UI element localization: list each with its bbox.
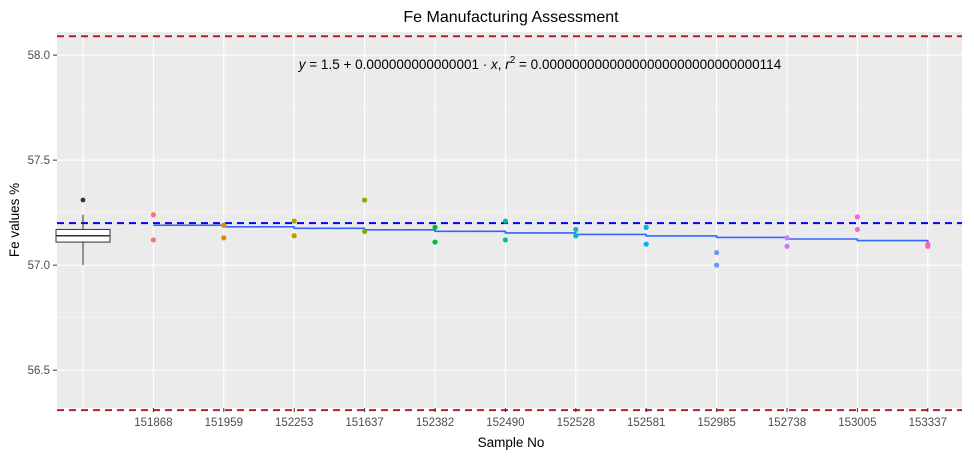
x-tick-label: 152253 (275, 417, 313, 429)
data-point (784, 235, 790, 241)
data-point (150, 237, 156, 243)
data-point (502, 237, 508, 243)
data-point (291, 233, 297, 239)
data-point (432, 224, 438, 230)
data-point (854, 214, 861, 220)
x-axis-title: Sample No (478, 435, 545, 450)
annotation-equation: = 1.5 + 0.000000000000001 · (306, 57, 491, 72)
data-point (643, 224, 649, 230)
data-point (362, 197, 368, 203)
x-tick-label: 152528 (557, 417, 595, 429)
y-tick-label: 56.5 (28, 365, 50, 377)
data-point (573, 226, 579, 233)
data-point (714, 262, 720, 268)
data-point (291, 218, 297, 224)
annotation-r-value: = 0.00000000000000000000000000000114 (515, 57, 781, 72)
data-point (432, 239, 438, 245)
boxplot-outlier (80, 197, 86, 203)
x-tick-label: 153337 (909, 417, 947, 429)
plot-panel (57, 32, 962, 408)
x-tick-label: 153005 (838, 417, 876, 429)
data-point (854, 226, 861, 233)
chart-title: Fe Manufacturing Assessment (403, 9, 619, 26)
y-axis: 56.5 57.0 57.5 58.0 (28, 50, 57, 377)
data-point (925, 243, 931, 249)
data-point (221, 222, 227, 228)
data-point (362, 228, 368, 235)
x-tick-label: 152382 (416, 417, 454, 429)
y-tick-label: 57.0 (28, 260, 50, 272)
x-tick-label: 151868 (134, 417, 172, 429)
annotation-comma: , (498, 57, 506, 72)
data-point (502, 218, 508, 224)
x-axis: 151868 151959 152253 151637 152382 152490 1525… (134, 408, 947, 429)
x-tick-label: 152738 (768, 417, 806, 429)
y-axis-title: Fe values % (7, 183, 22, 257)
x-tick-label: 151959 (205, 417, 243, 429)
x-tick-label: 152490 (486, 417, 524, 429)
chart: Fe Manufacturing Assessment y = 1.5 + 0.… (7, 9, 962, 450)
y-tick-label: 58.0 (28, 50, 50, 62)
data-point (150, 212, 156, 218)
x-tick-label: 152985 (697, 417, 735, 429)
data-point (784, 243, 790, 249)
data-point (221, 235, 227, 241)
x-tick-label: 151637 (345, 417, 383, 429)
data-point (573, 233, 579, 239)
regression-annotation: y = 1.5 + 0.000000000000001 · x, r2 = 0.… (298, 55, 782, 72)
data-point (643, 241, 649, 247)
x-tick-label: 152581 (627, 417, 665, 429)
y-tick-label: 57.5 (28, 155, 50, 167)
data-point (714, 249, 720, 256)
